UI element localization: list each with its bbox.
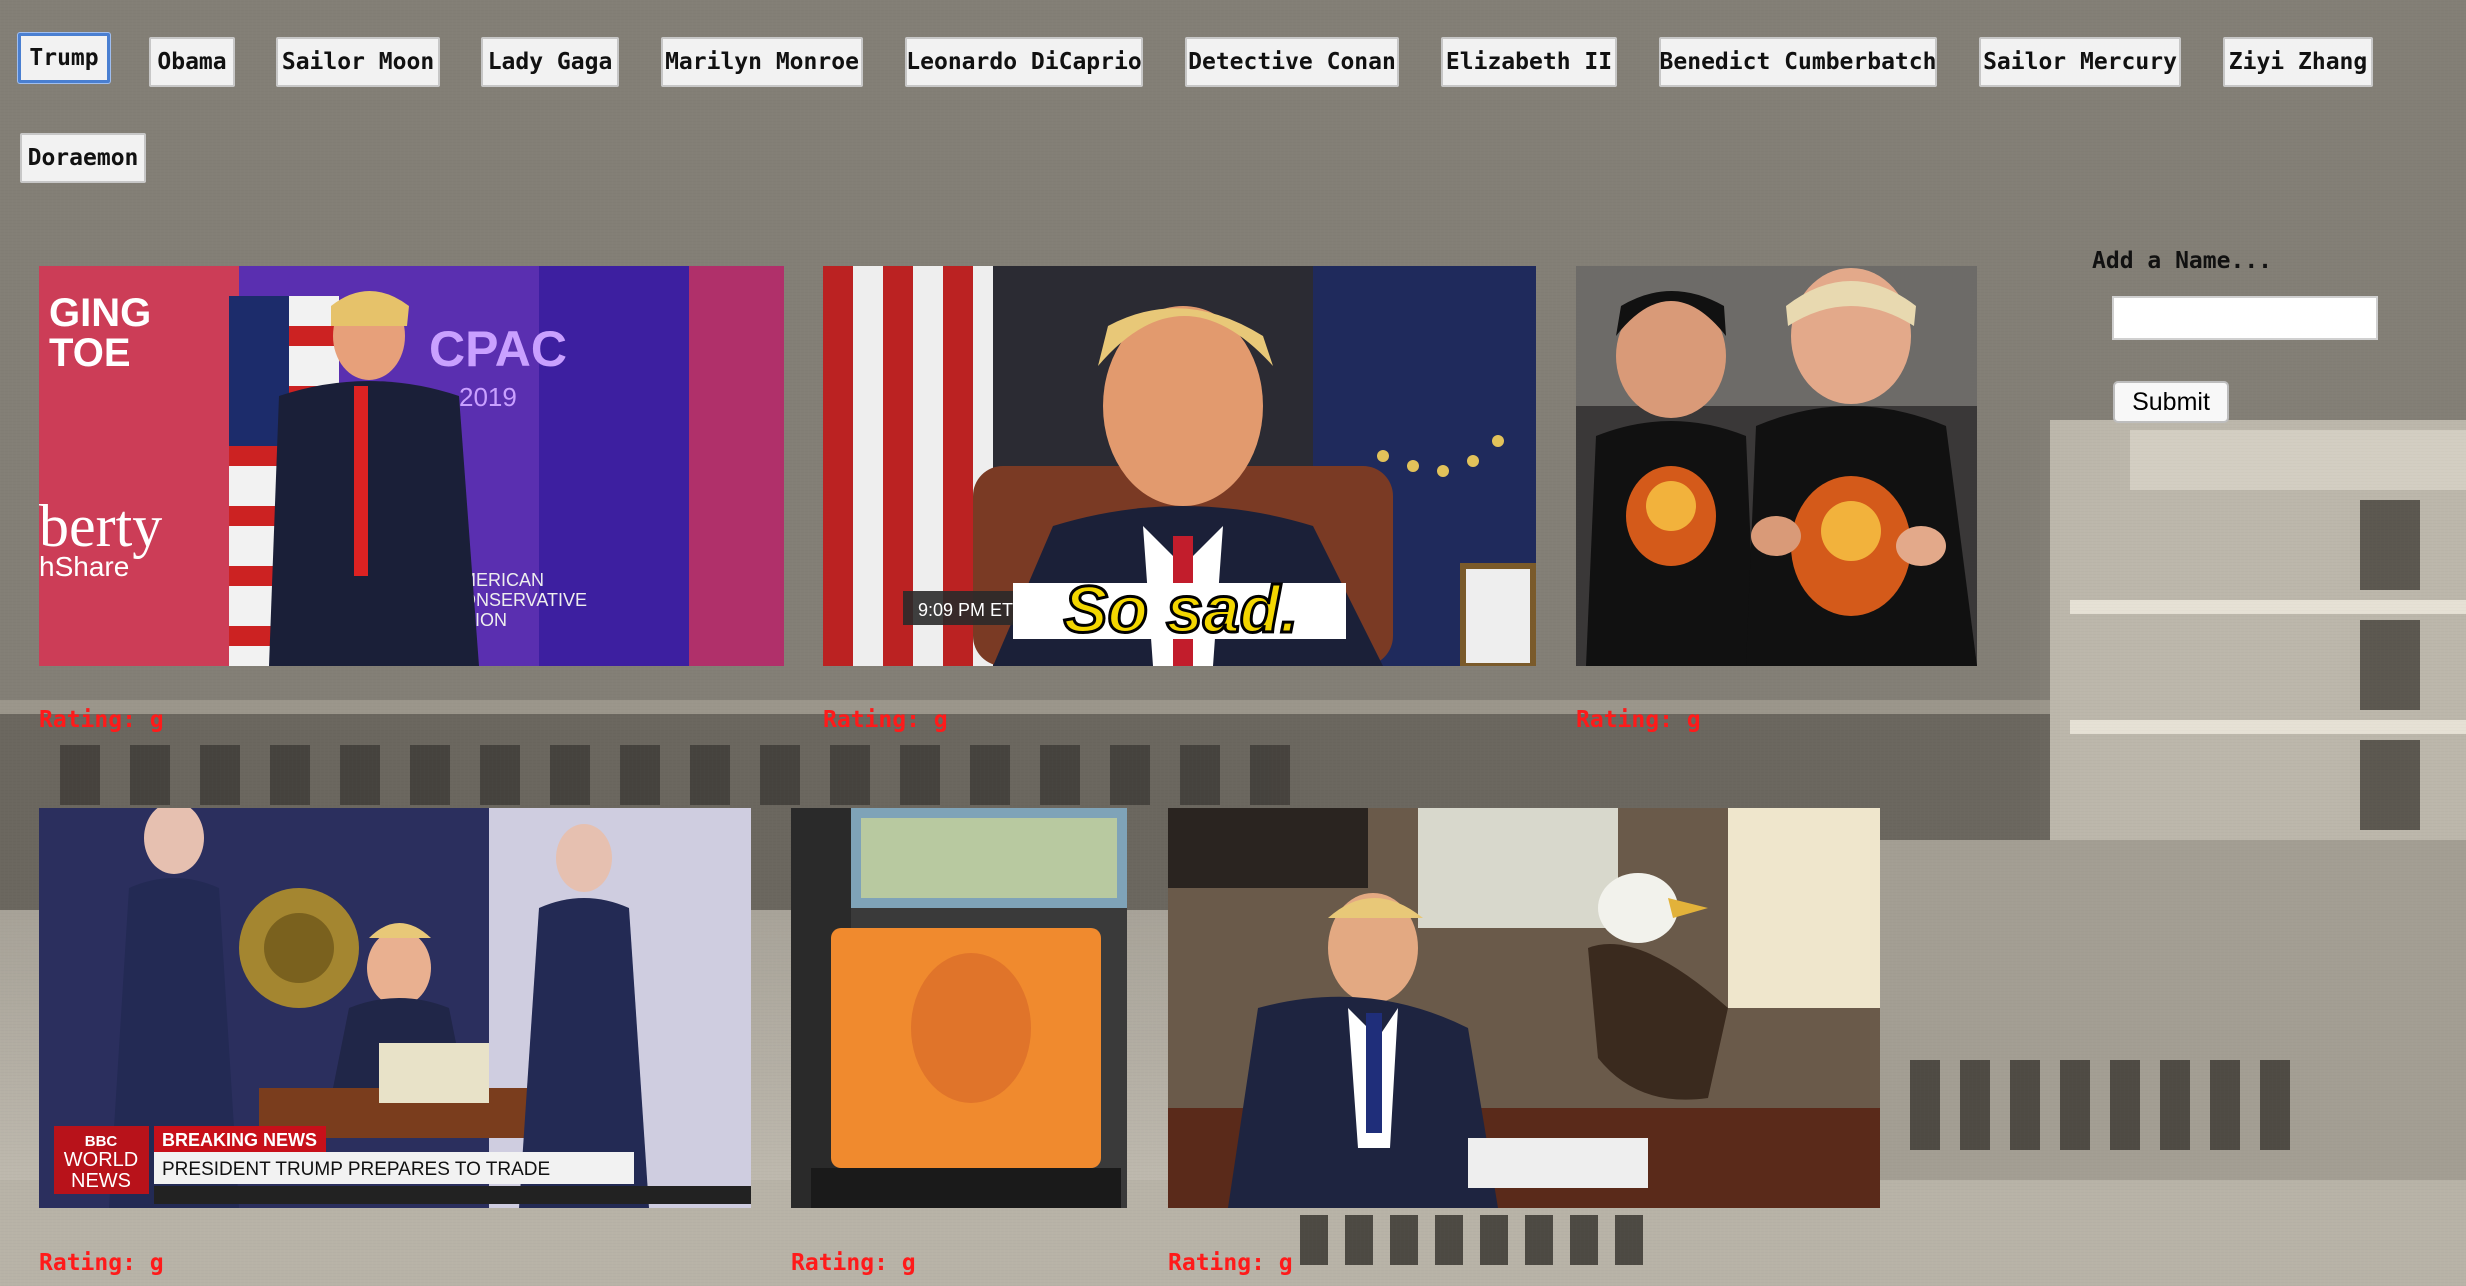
- tab-benedict-cumberbatch[interactable]: Benedict Cumberbatch: [1659, 37, 1937, 87]
- gif-rating: Rating: g: [1576, 707, 1701, 733]
- gif-image[interactable]: 9:09 PM ET So sad.: [823, 266, 1536, 666]
- svg-text:CPAC: CPAC: [429, 321, 567, 377]
- gif-image[interactable]: [1576, 266, 1977, 666]
- svg-text:berty: berty: [39, 493, 162, 559]
- gif-rating: Rating: g: [823, 707, 948, 733]
- tab-doraemon[interactable]: Doraemon: [20, 133, 146, 183]
- tab-marilyn-monroe[interactable]: Marilyn Monroe: [661, 37, 863, 87]
- svg-text:TOE: TOE: [49, 331, 131, 375]
- svg-text:2019: 2019: [459, 382, 517, 412]
- tab-trump[interactable]: Trump: [18, 33, 110, 83]
- add-name-label: Add a Name...: [2092, 248, 2273, 274]
- tab-obama[interactable]: Obama: [149, 37, 235, 87]
- tab-ziyi-zhang[interactable]: Ziyi Zhang: [2223, 37, 2373, 87]
- gif-rating: Rating: g: [1168, 1250, 1293, 1276]
- tab-detective-conan[interactable]: Detective Conan: [1185, 37, 1399, 87]
- svg-text:BBC: BBC: [85, 1133, 118, 1150]
- svg-text:NEWS: NEWS: [71, 1170, 131, 1192]
- tab-leonardo-dicaprio[interactable]: Leonardo DiCaprio: [905, 37, 1143, 87]
- name-input[interactable]: [2112, 296, 2378, 340]
- tab-elizabeth-ii[interactable]: Elizabeth II: [1441, 37, 1617, 87]
- tab-lady-gaga[interactable]: Lady Gaga: [481, 37, 619, 87]
- gif-rating: Rating: g: [39, 707, 164, 733]
- gif-image[interactable]: BBC WORLD NEWS BREAKING NEWS PRESIDENT T…: [39, 808, 751, 1208]
- gif-rating: Rating: g: [791, 1250, 916, 1276]
- svg-text:WORLD: WORLD: [64, 1149, 138, 1171]
- submit-button[interactable]: Submit: [2113, 381, 2229, 423]
- gif-caption: PRESIDENT TRUMP PREPARES TO TRADE: [162, 1159, 550, 1180]
- gif-banner: BREAKING NEWS: [162, 1130, 317, 1150]
- svg-text:GING: GING: [49, 291, 151, 335]
- gif-timestamp: 9:09 PM ET: [918, 600, 1013, 620]
- gif-image[interactable]: [1168, 808, 1880, 1208]
- gif-rating: Rating: g: [39, 1250, 164, 1276]
- tab-sailor-mercury[interactable]: Sailor Mercury: [1979, 37, 2181, 87]
- gif-image[interactable]: [791, 808, 1127, 1208]
- gif-image[interactable]: GING TOE berty hShare CPAC 2019 AMERICAN…: [39, 266, 784, 666]
- svg-text:hShare: hShare: [39, 551, 129, 582]
- gif-caption: So sad.: [1064, 572, 1299, 646]
- tab-sailor-moon[interactable]: Sailor Moon: [276, 37, 440, 87]
